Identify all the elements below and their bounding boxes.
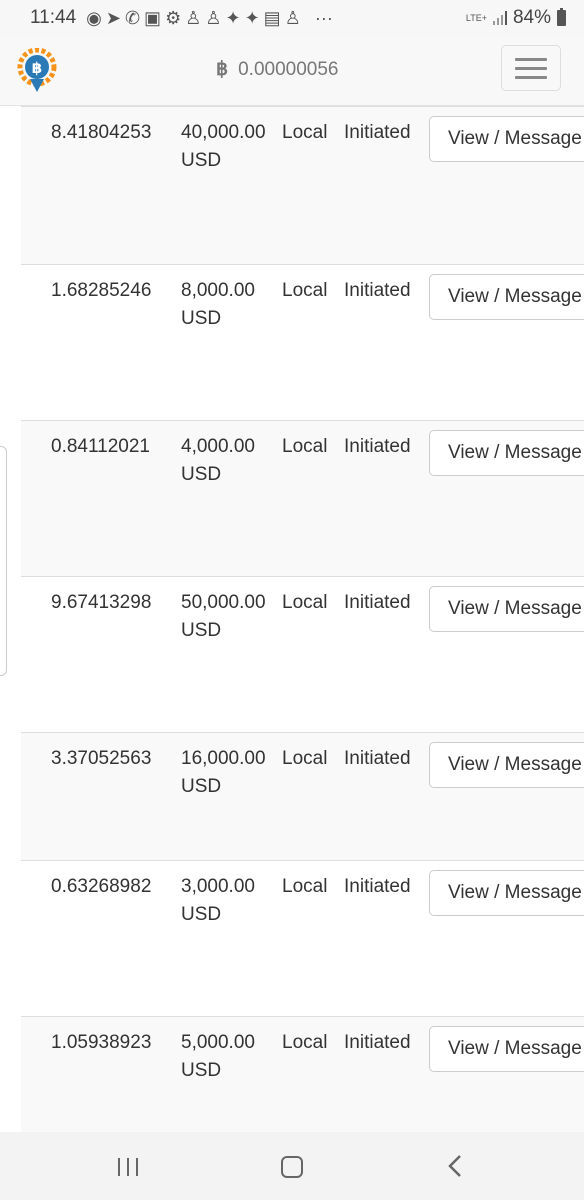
trade-type: Local xyxy=(282,436,328,457)
view-message-button[interactable]: View / Message xyxy=(429,742,584,788)
back-icon[interactable] xyxy=(446,1154,466,1178)
view-message-button[interactable]: View / Message xyxy=(429,430,584,476)
network-indicator: LTE+ xyxy=(465,12,487,23)
twitter-icon: ✦ xyxy=(225,7,241,28)
view-message-button[interactable]: View / Message xyxy=(429,870,584,916)
table-row: 1.68285246 8,000.00 USD Local Initiated V… xyxy=(21,264,584,420)
fiat-amount: 50,000.00 USD xyxy=(181,592,266,641)
fiat-amount: 8,000.00 USD xyxy=(181,280,255,329)
trade-status: Initiated xyxy=(344,280,411,301)
trade-type: Local xyxy=(282,280,328,301)
table-row: 1.05938923 5,000.00 USD Local Initiated V… xyxy=(21,1016,584,1132)
hamburger-line xyxy=(515,75,547,79)
table-row: 9.67413298 50,000.00 USD Local Initiated … xyxy=(21,576,584,732)
fiat-amount: 40,000.00 USD xyxy=(181,122,266,171)
telegram-icon: ➤ xyxy=(105,7,121,28)
twitter-icon: ✦ xyxy=(244,7,260,28)
trade-type: Local xyxy=(282,748,328,769)
trades-table[interactable]: 8.41804253 40,000.00 USD Local Initiated … xyxy=(0,106,584,1132)
app-icon: ♙ xyxy=(284,7,301,28)
svg-text:฿: ฿ xyxy=(32,59,42,77)
fiat-amount: 4,000.00 USD xyxy=(181,436,255,485)
trade-type: Local xyxy=(282,592,328,613)
trade-status: Initiated xyxy=(344,592,411,613)
bitcoin-icon: ฿ xyxy=(216,59,229,80)
btc-amount: 1.68285246 xyxy=(51,280,152,301)
btc-amount: 1.05938923 xyxy=(51,1032,152,1053)
trade-status: Initiated xyxy=(344,436,411,457)
signal-icon xyxy=(492,11,507,25)
bitcoin-logo-icon[interactable]: ฿ xyxy=(17,48,57,94)
menu-button[interactable] xyxy=(501,45,561,91)
battery-level: 84% xyxy=(512,7,551,28)
status-bar: 11:44 ◉ ➤ ✆ ▣ ⚙ ♙ ♙ ✦ ✦ ▤ ♙ ··· LTE+ 84% xyxy=(0,0,584,36)
top-navbar: ฿ ฿ 0.00000056 xyxy=(0,36,584,106)
table-row: 0.84112021 4,000.00 USD Local Initiated V… xyxy=(21,420,584,576)
balance-value: 0.00000056 xyxy=(238,58,339,80)
hamburger-line xyxy=(515,57,547,61)
fiat-amount: 3,000.00 USD xyxy=(181,876,255,925)
hamburger-line xyxy=(515,66,547,70)
chat-icon: ✆ xyxy=(124,7,141,28)
table-row: 0.63268982 3,000.00 USD Local Initiated V… xyxy=(21,860,584,1016)
recent-apps-icon[interactable] xyxy=(118,1158,138,1176)
btc-amount: 0.63268982 xyxy=(51,876,152,897)
more-icon: ··· xyxy=(314,7,333,28)
battery-icon xyxy=(557,8,566,26)
view-message-button[interactable]: View / Message xyxy=(429,116,584,162)
fiat-amount: 5,000.00 USD xyxy=(181,1032,255,1081)
wallet-balance[interactable]: ฿ 0.00000056 xyxy=(216,58,338,81)
app-icon: ♙ xyxy=(185,7,202,28)
ebay-icon: ▤ xyxy=(263,7,281,28)
side-panel-handle[interactable] xyxy=(0,446,7,676)
btc-amount: 3.37052563 xyxy=(51,748,152,769)
spotify-icon: ◉ xyxy=(86,7,102,28)
trade-status: Initiated xyxy=(344,748,411,769)
notification-icons: ◉ ➤ ✆ ▣ ⚙ ♙ ♙ ✦ ✦ ▤ ♙ ··· xyxy=(86,8,333,29)
btc-amount: 9.67413298 xyxy=(51,592,152,613)
view-message-button[interactable]: View / Message xyxy=(429,274,584,320)
linkedin-icon: ▣ xyxy=(144,7,162,28)
system-indicators: LTE+ 84% xyxy=(466,7,566,29)
trade-type: Local xyxy=(282,122,328,143)
trade-type: Local xyxy=(282,1032,328,1053)
trade-type: Local xyxy=(282,876,328,897)
table-row: 3.37052563 16,000.00 USD Local Initiated … xyxy=(21,732,584,860)
settings-icon: ⚙ xyxy=(165,7,182,28)
system-navigation-bar xyxy=(0,1132,584,1200)
trade-status: Initiated xyxy=(344,1032,411,1053)
btc-amount: 0.84112021 xyxy=(51,436,150,457)
view-message-button[interactable]: View / Message xyxy=(429,1026,584,1072)
fiat-amount: 16,000.00 USD xyxy=(181,748,266,797)
app-icon: ♙ xyxy=(205,7,222,28)
table-row: 8.41804253 40,000.00 USD Local Initiated … xyxy=(21,106,584,264)
status-time: 11:44 xyxy=(30,7,77,28)
trade-status: Initiated xyxy=(344,122,411,143)
btc-amount: 8.41804253 xyxy=(51,122,152,143)
view-message-button[interactable]: View / Message xyxy=(429,586,584,632)
trade-status: Initiated xyxy=(344,876,411,897)
home-icon[interactable] xyxy=(281,1156,303,1178)
